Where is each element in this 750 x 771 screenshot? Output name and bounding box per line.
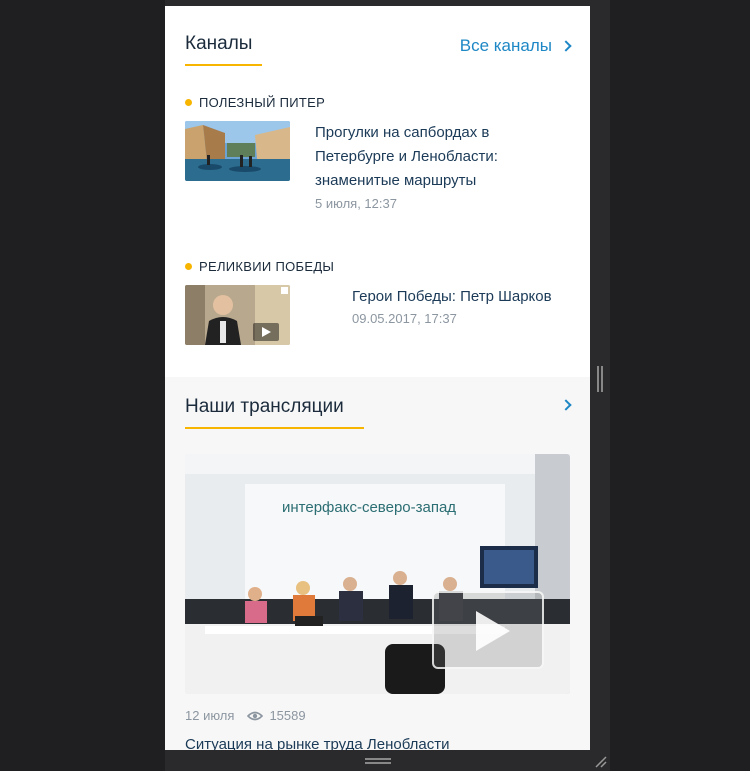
veteran-video-image <box>185 285 290 345</box>
chevron-right-icon <box>560 399 572 411</box>
channels-title-underline <box>185 64 262 66</box>
channel-thumbnail[interactable] <box>185 285 290 345</box>
broadcast-date: 12 июля <box>185 708 235 723</box>
broadcasts-title-underline <box>185 427 364 429</box>
title-line: знаменитые маршруты <box>315 172 477 189</box>
channel-thumbnail[interactable] <box>185 121 290 181</box>
resize-handle[interactable] <box>590 750 610 771</box>
title-line: Петербурге и Ленобласти: <box>315 148 498 165</box>
channel-tag[interactable]: ПОЛЕЗНЫЙ ПИТЕР <box>185 95 325 110</box>
all-channels-label: Все каналы <box>459 36 552 55</box>
channels-title: Каналы <box>185 33 253 54</box>
sup-boards-image <box>185 121 290 181</box>
play-button[interactable] <box>432 591 544 669</box>
channel-card-date: 5 июля, 12:37 <box>315 196 397 211</box>
broadcasts-section: Наши трансляции интерфакс-северо-запад 1… <box>165 377 590 750</box>
all-channels-link[interactable]: Все каналы <box>459 36 572 56</box>
title-line: Прогулки на сапбордах в <box>315 124 490 141</box>
broadcast-meta: 12 июля 15589 <box>185 708 306 723</box>
channel-card[interactable]: ПОЛЕЗНЫЙ ПИТЕР Прогулки на сапбордах в П… <box>185 72 570 234</box>
broadcasts-more-link[interactable] <box>560 399 572 411</box>
channel-card[interactable]: РЕЛИКВИИ ПОБЕДЫ Герои Победы: Петр Шарко… <box>185 234 570 377</box>
eye-icon <box>247 711 264 720</box>
broadcasts-title: Наши трансляции <box>185 396 344 417</box>
channel-tag-label: РЕЛИКВИИ ПОБЕДЫ <box>199 259 335 274</box>
channels-section: Каналы Все каналы ПОЛЕЗНЫЙ ПИТЕР Прогулк… <box>165 6 590 377</box>
channel-tag-label: ПОЛЕЗНЫЙ ПИТЕР <box>199 95 326 110</box>
play-icon <box>476 611 510 651</box>
channel-card-date: 09.05.2017, 17:37 <box>352 311 457 326</box>
broadcasts-header: Наши трансляции <box>185 377 572 443</box>
horizontal-scroll-grip[interactable] <box>365 758 391 764</box>
chevron-right-icon <box>560 40 572 52</box>
channel-tag[interactable]: РЕЛИКВИИ ПОБЕДЫ <box>185 259 334 274</box>
video-logo-text: интерфакс-северо-запад <box>282 499 456 516</box>
resize-grip-icon <box>595 756 607 768</box>
vertical-scroll-grip[interactable] <box>597 366 603 392</box>
broadcast-title[interactable]: Ситуация на рынке труда Ленобласти <box>185 736 450 750</box>
channels-header: Каналы Все каналы <box>185 6 572 72</box>
bullet-dot-icon <box>185 99 192 106</box>
page-content: Каналы Все каналы ПОЛЕЗНЫЙ ПИТЕР Прогулк… <box>165 0 590 750</box>
vertical-scrollbar[interactable] <box>590 0 610 750</box>
broadcast-video[interactable]: интерфакс-северо-запад <box>185 454 570 694</box>
horizontal-scrollbar[interactable] <box>165 750 590 771</box>
bullet-dot-icon <box>185 263 192 270</box>
channel-card-title[interactable]: Прогулки на сапбордах в Петербурге и Лен… <box>315 121 498 193</box>
browser-viewport: Каналы Все каналы ПОЛЕЗНЫЙ ПИТЕР Прогулк… <box>165 0 610 771</box>
view-count: 15589 <box>269 708 306 723</box>
channel-card-title[interactable]: Герои Победы: Петр Шарков <box>352 285 552 309</box>
